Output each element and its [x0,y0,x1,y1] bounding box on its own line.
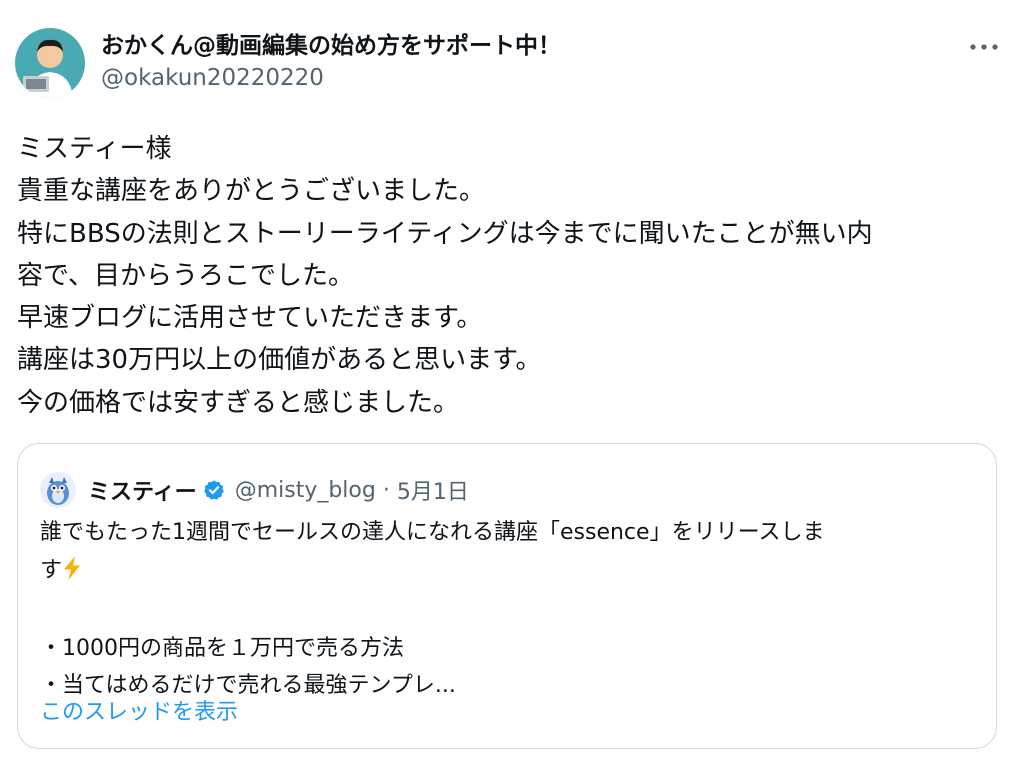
tweet-text-line: ミスティー様 [17,134,172,164]
tweet-text: ミスティー様 貴重な講座をありがとうございました。 特にBBSの法則とストーリー… [17,128,1007,424]
more-horizontal-icon [970,44,998,50]
tweet-text-line: 早速ブログに活用させていただきます。 [17,303,483,334]
tweet-text-line: 貴重な講座をありがとうございました。 [17,176,486,207]
author-avatar[interactable] [15,28,85,98]
tweet-text-line: 特にBBSの法則とストーリーライティングは今までに聞いたことが無い内 [17,218,873,249]
high-voltage-icon [62,555,82,593]
quoted-text-line: 誰でもたった1週間でセールスの達人になれる講座「essence」をリリースしま [40,520,825,545]
verified-badge-icon [203,479,225,501]
author-header: おかくん@動画編集の始め方をサポート中！ @okakun20220220 [101,30,561,94]
dot-separator: · [382,477,390,503]
tweet-text-line: 容で、目からうろこでした。 [17,260,354,291]
quoted-text-line: す [40,552,980,593]
author-handle[interactable]: @okakun20220220 [101,62,561,94]
quoted-author-avatar[interactable] [40,472,76,508]
quoted-text-line: ・1000円の商品を１万円で売る方法 [40,635,404,661]
quoted-author-handle[interactable]: @misty_blog [235,478,376,503]
quoted-tweet-card[interactable]: ミスティー @misty_blog · 5月1日 誰でもたった1週間でセールスの… [17,443,997,749]
tweet-text-line: 今の価格では安すぎると感じました。 [17,387,460,418]
tweet: おかくん@動画編集の始め方をサポート中！ @okakun20220220 ミステ… [0,0,1024,768]
quoted-text-blank-line [40,592,980,630]
quoted-text-fragment: す [40,557,63,583]
quoted-author-display-name[interactable]: ミスティー [88,474,197,506]
show-thread-link[interactable]: このスレッドを表示 [40,694,238,726]
quoted-tweet-date[interactable]: 5月1日 [397,474,469,506]
quoted-tweet-header: ミスティー @misty_blog · 5月1日 [40,472,469,508]
tweet-text-line: 講座は30万円以上の価値があると思います。 [17,345,542,376]
author-display-name[interactable]: おかくん@動画編集の始め方をサポート中！ [101,30,561,62]
quoted-tweet-text: 誰でもたった1週間でセールスの達人になれる講座「essence」をリリースしま … [40,514,980,705]
more-options-button[interactable] [962,34,1006,60]
